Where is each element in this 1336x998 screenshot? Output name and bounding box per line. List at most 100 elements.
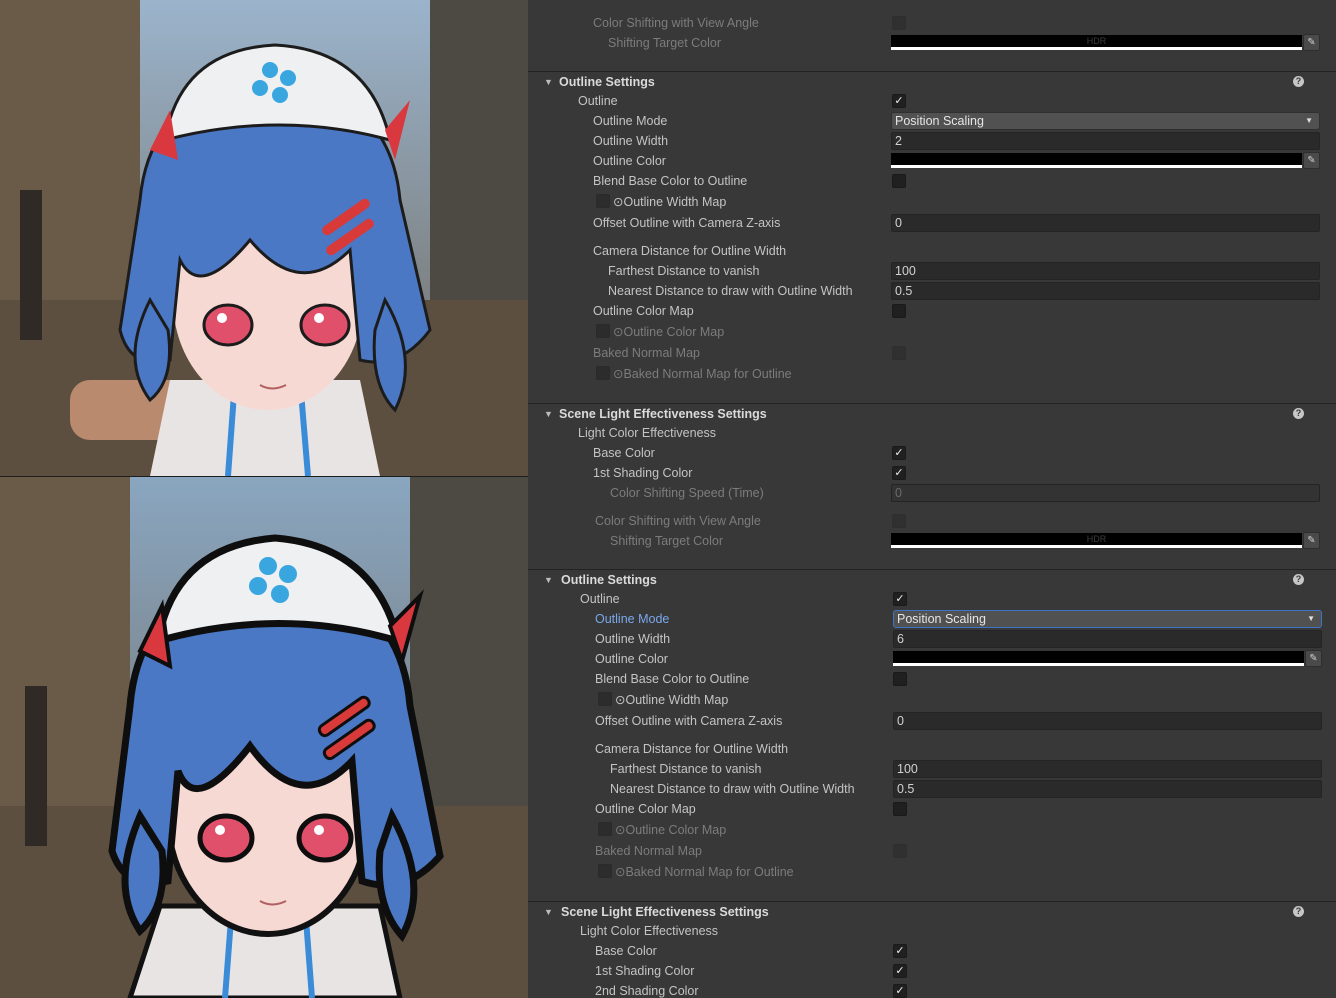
character-render-thick-outline — [0, 476, 528, 998]
scene-light-settings-header[interactable]: ▼ Scene Light Effectiveness Settings ? — [528, 403, 1336, 423]
first-shading-color-checkbox[interactable]: ✓ — [892, 466, 906, 480]
offset-outline-field[interactable]: 0 — [893, 712, 1322, 730]
expand-arrow-icon[interactable]: ▼ — [544, 72, 553, 92]
outline-mode-row: Outline Mode Position Scaling ▼ — [528, 609, 1336, 629]
outline-width-label: Outline Width — [595, 632, 671, 646]
help-icon[interactable]: ? — [1293, 906, 1304, 917]
outline-color-swatch[interactable] — [891, 153, 1302, 168]
farthest-distance-row: Farthest Distance to vanish 100 — [528, 261, 1336, 281]
blend-base-color-checkbox[interactable] — [892, 174, 906, 188]
scene-light-settings-header[interactable]: ▼ Scene Light Effectiveness Settings ? — [528, 901, 1336, 921]
offset-outline-row: Offset Outline with Camera Z-axis 0 — [528, 711, 1336, 731]
outline-color-map-checkbox[interactable] — [892, 304, 906, 318]
outline-mode-dropdown[interactable]: Position Scaling ▼ — [893, 610, 1322, 628]
outline-color-map-checkbox[interactable] — [893, 802, 907, 816]
outline-checkbox[interactable]: ✓ — [892, 94, 906, 108]
blend-base-color-checkbox[interactable] — [893, 672, 907, 686]
texture-slot[interactable] — [596, 366, 610, 380]
second-shading-color-row: 2nd Shading Color ✓ — [528, 981, 1336, 998]
scene-viewport-top[interactable] — [0, 0, 528, 476]
outline-color-map-row: Outline Color Map — [528, 799, 1336, 819]
base-color-checkbox[interactable]: ✓ — [893, 944, 907, 958]
section-title: Outline Settings — [559, 75, 655, 89]
farthest-distance-field[interactable]: 100 — [893, 760, 1322, 778]
offset-outline-row: Offset Outline with Camera Z-axis 0 — [528, 213, 1336, 233]
help-icon[interactable]: ? — [1293, 574, 1304, 585]
expand-arrow-icon[interactable]: ▼ — [544, 570, 553, 590]
outline-mode-label: Outline Mode — [595, 612, 670, 626]
texture-slot[interactable] — [598, 692, 612, 706]
outline-color-map-row: Outline Color Map — [528, 301, 1336, 321]
baked-normal-map-texture-label: ⊙Baked Normal Map for Outline — [615, 865, 794, 879]
first-shading-color-row: 1st Shading Color ✓ — [528, 961, 1336, 981]
color-shifting-view-angle-checkbox[interactable] — [892, 514, 906, 528]
second-shading-color-checkbox[interactable]: ✓ — [893, 984, 907, 998]
color-shifting-view-angle-checkbox[interactable] — [892, 16, 906, 30]
hdr-label: HDR — [1086, 36, 1107, 46]
baked-normal-map-row: Baked Normal Map — [528, 841, 1336, 861]
outline-settings-header[interactable]: ▼ Outline Settings ? — [528, 569, 1336, 589]
texture-slot[interactable] — [598, 864, 612, 878]
outline-width-field[interactable]: 2 — [891, 132, 1320, 150]
texture-slot[interactable] — [596, 324, 610, 338]
scene-viewport-bottom[interactable] — [0, 476, 528, 998]
texture-slot[interactable] — [598, 822, 612, 836]
outline-settings-header[interactable]: ▼ Outline Settings ? — [528, 71, 1336, 91]
viewport-divider — [0, 476, 528, 477]
first-shading-color-label: 1st Shading Color — [593, 466, 693, 480]
farthest-distance-label: Farthest Distance to vanish — [610, 762, 762, 776]
outline-mode-dropdown[interactable]: Position Scaling ▼ — [891, 112, 1320, 130]
outline-width-row: Outline Width 6 — [528, 629, 1336, 649]
outline-color-map-label: Outline Color Map — [595, 802, 696, 816]
outline-color-label: Outline Color — [593, 154, 666, 168]
farthest-distance-row: Farthest Distance to vanish 100 — [528, 759, 1336, 779]
nearest-distance-field[interactable]: 0.5 — [891, 282, 1320, 300]
baked-normal-map-checkbox[interactable] — [892, 346, 906, 360]
outline-checkbox[interactable]: ✓ — [893, 592, 907, 606]
offset-outline-label: Offset Outline with Camera Z-axis — [595, 714, 783, 728]
base-color-row: Base Color ✓ — [528, 443, 1336, 463]
blend-base-color-row: Blend Base Color to Outline — [528, 669, 1336, 689]
offset-outline-field[interactable]: 0 — [891, 214, 1320, 232]
first-shading-color-label: 1st Shading Color — [595, 964, 695, 978]
outline-width-map-row: ⊙Outline Width Map — [528, 192, 1336, 212]
eyedropper-icon[interactable]: ✎ — [1305, 650, 1322, 667]
baked-normal-map-label: Baked Normal Map — [593, 346, 700, 360]
nearest-distance-label: Nearest Distance to draw with Outline Wi… — [608, 284, 853, 298]
eyedropper-icon[interactable]: ✎ — [1303, 34, 1320, 51]
outline-color-swatch[interactable] — [893, 651, 1304, 666]
first-shading-color-row: 1st Shading Color ✓ — [528, 463, 1336, 482]
outline-mode-label: Outline Mode — [593, 114, 668, 128]
base-color-checkbox[interactable]: ✓ — [892, 446, 906, 460]
outline-width-row: Outline Width 2 — [528, 131, 1336, 151]
offset-outline-label: Offset Outline with Camera Z-axis — [593, 216, 781, 230]
nearest-distance-field[interactable]: 0.5 — [893, 780, 1322, 798]
outline-color-map-texture-row: ⊙Outline Color Map — [528, 322, 1336, 342]
first-shading-color-checkbox[interactable]: ✓ — [893, 964, 907, 978]
help-icon[interactable]: ? — [1293, 76, 1304, 87]
texture-slot[interactable] — [596, 194, 610, 208]
second-shading-color-label: 2nd Shading Color — [595, 984, 699, 998]
light-color-effectiveness-row: Light Color Effectiveness — [528, 423, 1336, 443]
inspector-panel-bottom: Color Shifting Speed (Time) 0 Color Shif… — [528, 482, 1336, 998]
shifting-target-color-swatch[interactable]: HDR — [891, 533, 1302, 548]
color-shifting-speed-field[interactable]: 0 — [891, 484, 1320, 502]
outline-label: Outline — [580, 592, 620, 606]
section-title: Outline Settings — [561, 573, 657, 587]
outline-color-row: Outline Color ✎ — [528, 649, 1336, 669]
outline-label: Outline — [578, 94, 618, 108]
color-shifting-view-angle-row: Color Shifting with View Angle — [528, 511, 1336, 531]
light-color-effectiveness-row: Light Color Effectiveness — [528, 921, 1336, 941]
baked-normal-map-checkbox[interactable] — [893, 844, 907, 858]
farthest-distance-field[interactable]: 100 — [891, 262, 1320, 280]
help-icon[interactable]: ? — [1293, 408, 1304, 419]
eyedropper-icon[interactable]: ✎ — [1303, 532, 1320, 549]
expand-arrow-icon[interactable]: ▼ — [544, 404, 553, 424]
outline-width-map-row: ⊙Outline Width Map — [528, 690, 1336, 710]
camera-distance-row: Camera Distance for Outline Width — [528, 241, 1336, 261]
outline-width-field[interactable]: 6 — [893, 630, 1322, 648]
expand-arrow-icon[interactable]: ▼ — [544, 902, 553, 922]
eyedropper-icon[interactable]: ✎ — [1303, 152, 1320, 169]
baked-normal-map-texture-row: ⊙Baked Normal Map for Outline — [528, 862, 1336, 882]
shifting-target-color-swatch[interactable]: HDR — [891, 35, 1302, 50]
